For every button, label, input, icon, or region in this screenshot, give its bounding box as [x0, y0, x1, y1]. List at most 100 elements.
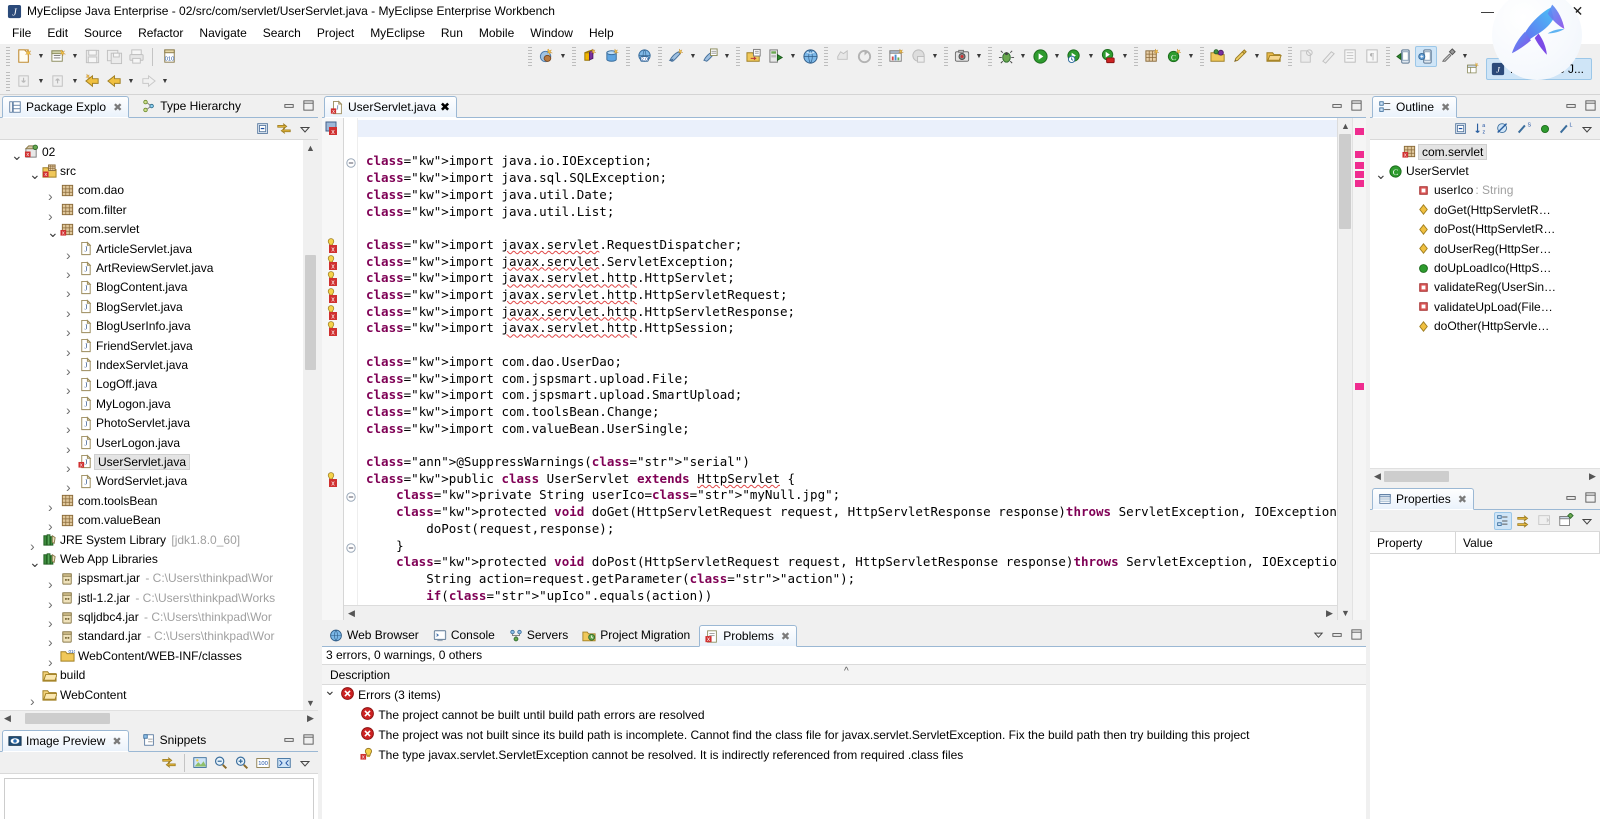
- minimize-icon[interactable]: [282, 98, 296, 112]
- report-preview-dropdown[interactable]: [929, 46, 941, 67]
- new-class-dropdown-2[interactable]: [1185, 46, 1197, 67]
- maximize-button[interactable]: ❐: [1510, 0, 1555, 22]
- tree-item[interactable]: com.toolsBean: [0, 491, 318, 510]
- outline-item[interactable]: doUpLoadIco(HttpS…: [1370, 258, 1600, 277]
- snapshot-dropdown[interactable]: [973, 46, 985, 67]
- overview-ruler[interactable]: [1352, 118, 1366, 620]
- close-icon[interactable]: ✖: [781, 630, 790, 643]
- tree-item[interactable]: J ArtReviewServlet.java: [0, 258, 318, 277]
- maximize-icon[interactable]: [301, 732, 315, 746]
- print-button[interactable]: [125, 46, 147, 67]
- web20-button[interactable]: 2.0: [633, 46, 655, 67]
- link-with-editor-button[interactable]: [275, 120, 293, 138]
- menu-myeclipse[interactable]: MyEclipse: [362, 24, 433, 42]
- problems-group-row[interactable]: Errors (3 items): [322, 685, 1366, 705]
- menu-project[interactable]: Project: [309, 24, 362, 42]
- code-editor[interactable]: x x x x x x x x class="kw">package com.servlet;…: [322, 118, 1366, 620]
- minimize-icon[interactable]: [1564, 490, 1578, 504]
- run-external-tools-button[interactable]: [1097, 46, 1119, 67]
- scroll-thumb-h[interactable]: [1384, 471, 1449, 482]
- menu-run[interactable]: Run: [433, 24, 471, 42]
- zoom-out-button[interactable]: [212, 754, 230, 772]
- show-whitespace-button[interactable]: ¶: [1361, 46, 1383, 67]
- tree-item[interactable]: J FriendServlet.java: [0, 336, 318, 355]
- deploy-button[interactable]: [743, 46, 765, 67]
- tree-item[interactable]: Jx UserServlet.java: [0, 452, 318, 471]
- tab-project-migration[interactable]: Project Migration: [577, 624, 696, 646]
- link-with-editor-button[interactable]: [160, 754, 178, 772]
- new-web-project-dropdown[interactable]: [557, 46, 569, 67]
- hide-fields-button[interactable]: [1494, 120, 1512, 138]
- tab-image-preview[interactable]: Image Preview ✖: [2, 730, 129, 752]
- perspective-tab-myeclipse[interactable]: J MyEclipse J...: [1485, 58, 1592, 80]
- toggle-hex-view-button[interactable]: 010: [158, 46, 180, 67]
- tree-item[interactable]: J LogOff.java: [0, 375, 318, 394]
- run-dropdown[interactable]: [1051, 46, 1063, 67]
- tree-item[interactable]: x src: [0, 161, 318, 180]
- source-code[interactable]: class="kw">package com.servlet; class="k…: [358, 118, 1337, 604]
- scroll-thumb[interactable]: [1339, 134, 1351, 229]
- zoom-100-button[interactable]: 100: [254, 754, 272, 772]
- problems-rows[interactable]: Errors (3 items) The project cannot be b…: [322, 685, 1366, 765]
- menu-source[interactable]: Source: [76, 24, 130, 42]
- toolbar-grip-10[interactable]: [988, 47, 992, 66]
- overview-error-marker[interactable]: [1355, 171, 1364, 178]
- publish-button[interactable]: [831, 46, 853, 67]
- forward-button[interactable]: [137, 71, 159, 92]
- tree-item[interactable]: J UserLogon.java: [0, 433, 318, 452]
- show-advanced-button[interactable]: [1515, 512, 1533, 530]
- tree-item[interactable]: com.dao: [0, 181, 318, 200]
- minimize-button[interactable]: —: [1465, 0, 1510, 22]
- import-dropdown[interactable]: [35, 71, 47, 92]
- run-server-button[interactable]: [765, 46, 787, 67]
- overview-error-marker[interactable]: [1355, 151, 1364, 158]
- back-dropdown[interactable]: [125, 71, 137, 92]
- scroll-down-arrow[interactable]: ▼: [1338, 605, 1353, 620]
- hide-local-types-button[interactable]: L: [1557, 120, 1575, 138]
- tree-item[interactable]: J MyLogon.java: [0, 394, 318, 413]
- new-package-button[interactable]: [1141, 46, 1163, 67]
- tab-problems[interactable]: x Problems ✖: [699, 625, 798, 647]
- outline-item[interactable]: validateUpLoad(File…: [1370, 297, 1600, 316]
- scroll-thumb[interactable]: [305, 255, 316, 370]
- zoom-in-button[interactable]: [233, 754, 251, 772]
- menu-navigate[interactable]: Navigate: [191, 24, 254, 42]
- menu-file[interactable]: File: [4, 24, 39, 42]
- open-perspective-icon[interactable]: [1466, 62, 1480, 76]
- tree-vertical-scrollbar[interactable]: ▲ ▼: [303, 140, 318, 710]
- outline-item[interactable]: doPost(HttpServletR…: [1370, 220, 1600, 239]
- zoom-fit-button[interactable]: [275, 754, 293, 772]
- toolbar-grip-3[interactable]: [572, 47, 576, 66]
- sync-button[interactable]: [853, 46, 875, 67]
- new-db-connection-button[interactable]: [579, 46, 601, 67]
- fold-toggle[interactable]: [346, 157, 356, 171]
- toolbar-grip-7[interactable]: [824, 47, 828, 66]
- tree-item[interactable]: J BlogContent.java: [0, 278, 318, 297]
- back-new-button[interactable]: [81, 71, 103, 92]
- folding-ruler[interactable]: [344, 118, 358, 620]
- new-db-profile-button[interactable]: [601, 46, 623, 67]
- error-warning-marker[interactable]: x: [325, 471, 341, 487]
- tree-item[interactable]: J ArticleServlet.java: [0, 239, 318, 258]
- collapse-all-button[interactable]: [254, 120, 272, 138]
- overview-error-marker[interactable]: [1355, 180, 1364, 187]
- outline-item[interactable]: userIco : String: [1370, 181, 1600, 200]
- error-warning-marker[interactable]: x: [325, 304, 341, 320]
- outline-item[interactable]: doGet(HttpServletR…: [1370, 200, 1600, 219]
- open-browser-button[interactable]: [799, 46, 821, 67]
- snapshot-button[interactable]: [951, 46, 973, 67]
- close-icon[interactable]: ✖: [1441, 101, 1450, 114]
- fold-toggle[interactable]: [346, 491, 356, 505]
- tab-web-browser[interactable]: Web Browser: [324, 624, 425, 646]
- show-categories-button[interactable]: [1494, 511, 1512, 530]
- new-jsp-button[interactable]: [665, 46, 687, 67]
- tree-item[interactable]: J BlogServlet.java: [0, 297, 318, 316]
- annotation-ruler[interactable]: x x x x x x x x: [322, 118, 344, 620]
- tree-item[interactable]: J IndexServlet.java: [0, 355, 318, 374]
- edit-resource-button[interactable]: [1229, 46, 1251, 67]
- scroll-left-arrow[interactable]: ◀: [1370, 469, 1385, 483]
- view-menu-icon[interactable]: [1311, 627, 1325, 641]
- image-preview-canvas[interactable]: [4, 778, 314, 819]
- tab-properties[interactable]: Properties ✖: [1372, 488, 1474, 510]
- report-preview-button[interactable]: [907, 46, 929, 67]
